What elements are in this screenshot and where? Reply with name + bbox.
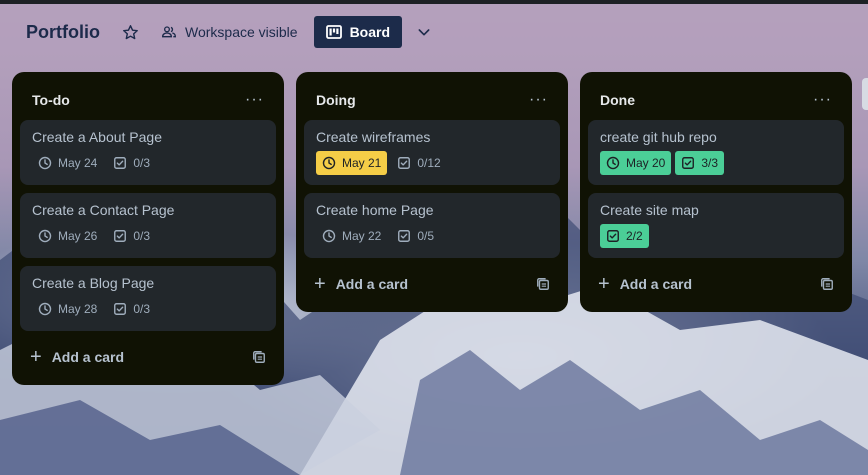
card-title: Create a About Page — [32, 129, 162, 145]
plus-icon: + — [314, 273, 326, 295]
due-date-text: May 22 — [342, 229, 382, 243]
visibility-button[interactable]: Workspace visible — [161, 24, 298, 40]
ellipsis-icon[interactable]: ··· — [245, 92, 264, 108]
checklist-badge: 0/5 — [391, 224, 440, 248]
due-date-badge[interactable]: May 24 — [32, 151, 103, 175]
star-icon — [123, 24, 138, 39]
due-date-text: May 24 — [58, 156, 98, 170]
template-icon[interactable] — [536, 277, 550, 291]
list-doing: Doing ··· Create wireframes May 21 0/12 … — [296, 72, 568, 312]
add-card-button[interactable]: + Add a card — [314, 273, 409, 295]
list-done: Done ··· create git hub repo May 20 3/3 … — [580, 72, 852, 312]
checklist-badge: 2/2 — [600, 224, 649, 248]
card-title: Create home Page — [316, 202, 434, 218]
due-date-text: May 21 — [342, 156, 382, 170]
checklist-badge: 0/3 — [107, 297, 156, 321]
clock-icon — [38, 229, 52, 243]
checkbox-icon — [398, 230, 411, 242]
checklist-badge: 0/12 — [391, 151, 446, 175]
checklist-text: 0/5 — [417, 229, 435, 243]
due-date-badge[interactable]: May 28 — [32, 297, 103, 321]
card-title: create git hub repo — [600, 129, 717, 145]
star-button[interactable] — [122, 24, 139, 41]
card[interactable]: Create wireframes May 21 0/12 — [304, 120, 560, 185]
add-card-button[interactable]: + Add a card — [30, 346, 125, 368]
chevron-down-icon — [418, 29, 430, 36]
list-todo: To-do ··· Create a About Page May 24 0/3… — [12, 72, 284, 385]
due-date-text: May 26 — [58, 229, 98, 243]
due-date-text: May 20 — [626, 156, 666, 170]
clock-icon — [38, 302, 52, 316]
checkbox-icon — [682, 157, 695, 169]
board-view-label: Board — [349, 24, 391, 40]
add-card-row: + Add a card — [20, 339, 276, 375]
clock-icon — [38, 156, 52, 170]
checklist-badge: 0/3 — [107, 151, 156, 175]
card-title: Create site map — [600, 202, 699, 218]
checklist-text: 0/3 — [133, 229, 151, 243]
due-date-text: May 28 — [58, 302, 98, 316]
people-icon — [161, 26, 177, 38]
board-header: Portfolio Workspace visible Board — [0, 4, 868, 60]
add-card-button[interactable]: + Add a card — [598, 273, 693, 295]
plus-icon: + — [30, 346, 42, 368]
list-header: Done ··· — [588, 80, 844, 120]
add-card-label: Add a card — [51, 349, 125, 365]
due-date-badge[interactable]: May 22 — [316, 224, 387, 248]
card[interactable]: Create home Page May 22 0/5 — [304, 193, 560, 258]
checkbox-icon — [114, 230, 127, 242]
ellipsis-icon[interactable]: ··· — [813, 92, 832, 108]
checklist-badge: 3/3 — [675, 151, 725, 175]
due-date-badge[interactable]: May 21 — [316, 151, 388, 175]
checklist-badge: 0/3 — [107, 224, 156, 248]
clock-icon — [322, 229, 336, 243]
board-icon — [325, 25, 342, 39]
list-title[interactable]: Doing — [316, 92, 356, 108]
list-title[interactable]: Done — [600, 92, 635, 108]
checklist-text: 0/3 — [133, 302, 151, 316]
due-date-badge[interactable]: May 20 — [600, 151, 672, 175]
plus-icon: + — [598, 273, 610, 295]
add-card-label: Add a card — [335, 276, 409, 292]
add-card-label: Add a card — [619, 276, 693, 292]
list-header: Doing ··· — [304, 80, 560, 120]
card[interactable]: Create a Contact Page May 26 0/3 — [20, 193, 276, 258]
card[interactable]: Create a Blog Page May 28 0/3 — [20, 266, 276, 331]
ellipsis-icon[interactable]: ··· — [529, 92, 548, 108]
template-icon[interactable] — [252, 350, 266, 364]
list-title[interactable]: To-do — [32, 92, 70, 108]
add-list-edge[interactable] — [862, 78, 868, 110]
checkbox-icon — [114, 157, 127, 169]
due-date-badge[interactable]: May 26 — [32, 224, 103, 248]
card-title: Create a Contact Page — [32, 202, 175, 218]
checklist-text: 2/2 — [626, 229, 643, 243]
list-header: To-do ··· — [20, 80, 276, 120]
board-title[interactable]: Portfolio — [26, 22, 100, 43]
checklist-text: 3/3 — [701, 156, 719, 170]
template-icon[interactable] — [820, 277, 834, 291]
add-card-row: + Add a card — [304, 266, 560, 302]
add-card-row: + Add a card — [588, 266, 844, 302]
card[interactable]: Create a About Page May 24 0/3 — [20, 120, 276, 185]
board-view-button[interactable]: Board — [313, 16, 403, 48]
visibility-label: Workspace visible — [185, 24, 298, 40]
checkbox-icon — [398, 157, 411, 169]
card[interactable]: Create site map 2/2 — [588, 193, 844, 258]
clock-icon — [322, 156, 336, 170]
card-title: Create a Blog Page — [32, 275, 155, 291]
view-switcher-button[interactable] — [414, 22, 434, 42]
checklist-text: 0/3 — [133, 156, 151, 170]
checkbox-icon — [607, 230, 619, 242]
card-title: Create wireframes — [316, 129, 431, 145]
clock-icon — [606, 156, 620, 170]
checkbox-icon — [114, 303, 127, 315]
checklist-text: 0/12 — [417, 156, 441, 170]
card[interactable]: create git hub repo May 20 3/3 — [588, 120, 844, 185]
